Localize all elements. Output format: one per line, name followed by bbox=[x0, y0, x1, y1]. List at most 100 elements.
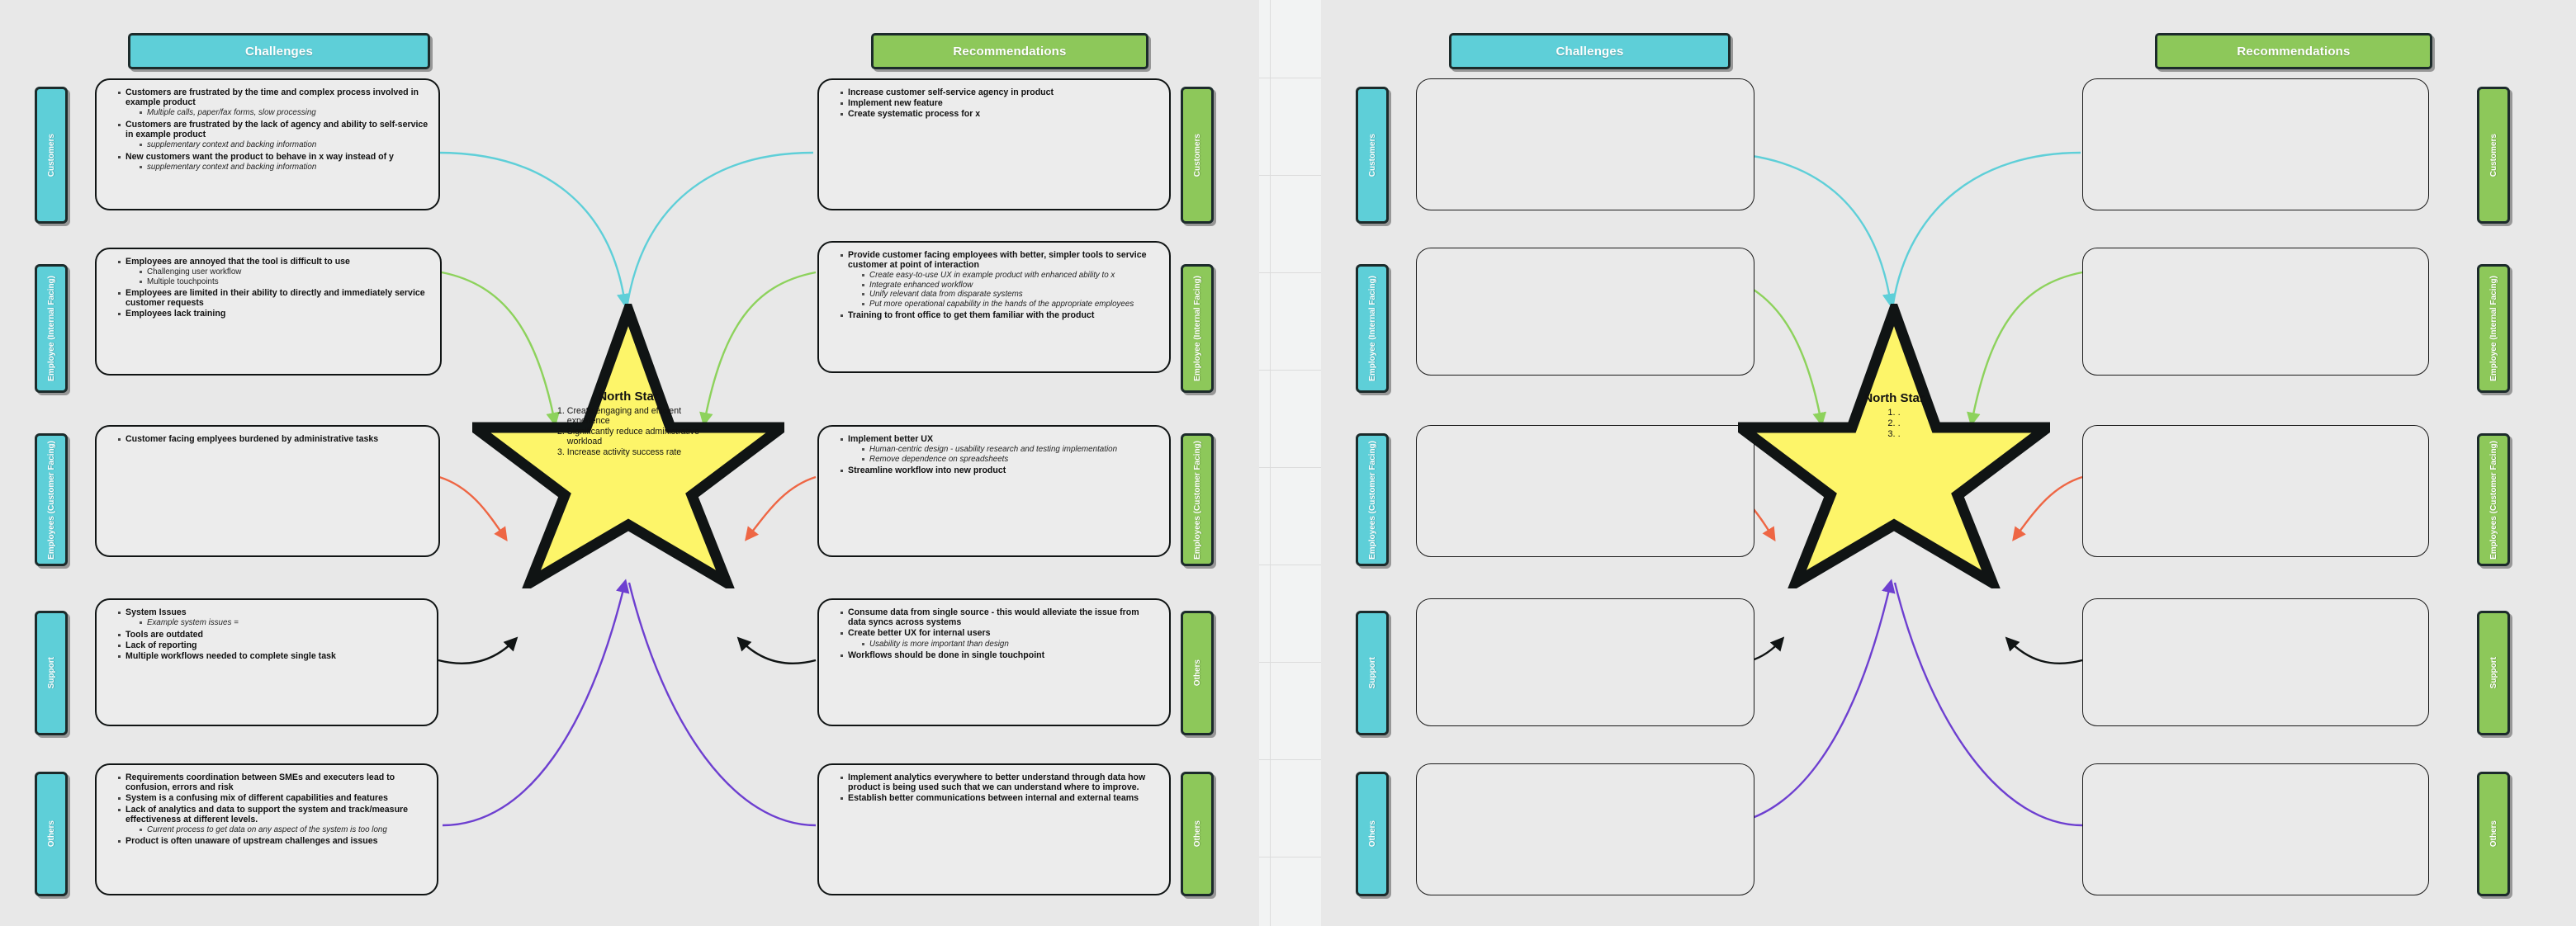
row-label-text: Customers bbox=[1367, 133, 1377, 177]
row-label-employee-internal-rec-right[interactable]: Employee (Internal Facing) bbox=[2477, 264, 2510, 393]
row-label-others-rec-right[interactable]: Others bbox=[2477, 772, 2510, 896]
row-label-text: Employee (Internal Facing) bbox=[1192, 276, 1202, 381]
row-label-customers-right[interactable]: Customers bbox=[1356, 87, 1389, 224]
sub-bullet-item: supplementary context and backing inform… bbox=[140, 140, 429, 149]
north-star-item: 2. Significantly reduce administrative bbox=[557, 426, 699, 437]
row-label-text: Others bbox=[1192, 659, 1202, 687]
row-label-text: Employee (Internal Facing) bbox=[2488, 276, 2498, 381]
challenges-column-header: Challenges bbox=[128, 33, 430, 69]
row-label-employees-customer[interactable]: Employees (Customer Facing) bbox=[35, 433, 68, 566]
recommendation-card-employee-internal-right[interactable] bbox=[2082, 248, 2429, 376]
bullet-item: Workflows should be done in single touch… bbox=[841, 650, 1159, 660]
whiteboard-canvas: Challenges Recommendations Customers Emp… bbox=[0, 0, 2576, 926]
challenge-card-support-right[interactable] bbox=[1416, 598, 1754, 726]
sub-bullet-list: supplementary context and backing inform… bbox=[118, 163, 429, 172]
bullet-list: Employees are annoyed that the tool is d… bbox=[107, 257, 430, 319]
sub-bullet-list: Create easy-to-use UX in example product… bbox=[841, 271, 1159, 309]
sub-bullet-list: supplementary context and backing inform… bbox=[118, 140, 429, 149]
challenge-card-support[interactable]: System Issues Example system issues = Tool… bbox=[95, 598, 438, 726]
row-label-text: Others bbox=[1367, 820, 1377, 848]
sub-bullet-list: Challenging user workflow Multiple touchp… bbox=[118, 267, 430, 286]
sub-bullet-item: Usability is more important than design bbox=[862, 640, 1159, 649]
recommendations-header-label: Recommendations bbox=[953, 44, 1067, 59]
bullet-item: Implement new feature bbox=[841, 98, 1159, 108]
sub-bullet-list: Human-centric design - usability researc… bbox=[841, 445, 1159, 464]
bullet-list: Provide customer facing employees with b… bbox=[829, 250, 1159, 320]
bullet-item: Tools are outdated bbox=[118, 630, 427, 640]
recommendation-card-employees-customer-right[interactable] bbox=[2082, 425, 2429, 557]
sub-bullet-item: supplementary context and backing inform… bbox=[140, 163, 429, 172]
sub-bullet-item: Unify relevant data from disparate syste… bbox=[862, 290, 1159, 299]
bullet-item: Employees lack training bbox=[118, 309, 430, 319]
recommendation-card-employee-internal[interactable]: Provide customer facing employees with b… bbox=[817, 241, 1171, 373]
row-label-employees-customer-right[interactable]: Employees (Customer Facing) bbox=[1356, 433, 1389, 566]
recommendation-card-employees-customer[interactable]: Implement better UX Human-centric design … bbox=[817, 425, 1171, 557]
row-label-text: Customers bbox=[2488, 133, 2498, 177]
row-label-support-rec-right[interactable]: Support bbox=[2477, 611, 2510, 735]
challenge-card-customers[interactable]: Customers are frustrated by the time and… bbox=[95, 78, 440, 210]
row-label-employees-customer-rec[interactable]: Employees (Customer Facing) bbox=[1181, 433, 1214, 566]
row-label-customers-rec[interactable]: Customers bbox=[1181, 87, 1214, 224]
row-label-employee-internal[interactable]: Employee (Internal Facing) bbox=[35, 264, 68, 393]
sub-bullet-list: Example system issues = bbox=[118, 618, 427, 627]
bullet-item: System is a confusing mix of different c… bbox=[118, 793, 427, 803]
north-star-shape-left[interactable]: North Star 1. Create engaging and effici… bbox=[472, 304, 784, 588]
north-star-items: 1. Create engaging and efficient experie… bbox=[557, 406, 699, 457]
challenge-card-others[interactable]: Requirements coordination between SMEs a… bbox=[95, 763, 438, 895]
north-star-shape-right[interactable]: North Star 1. . 2. . 3. . bbox=[1738, 304, 2050, 588]
challenge-card-employees-customer[interactable]: Customer facing emplyees burdened by adm… bbox=[95, 425, 440, 557]
row-label-support-right[interactable]: Support bbox=[1356, 611, 1389, 735]
recommendation-card-support[interactable]: Consume data from single source - this w… bbox=[817, 598, 1171, 726]
north-star-item: 1. Create engaging and efficient bbox=[557, 406, 682, 416]
sub-bullet-item: Create easy-to-use UX in example product… bbox=[862, 271, 1159, 280]
row-label-employees-customer-rec-right[interactable]: Employees (Customer Facing) bbox=[2477, 433, 2510, 566]
row-label-support[interactable]: Support bbox=[35, 611, 68, 735]
row-label-text: Customers bbox=[1192, 133, 1202, 177]
sub-bullet-item: Human-centric design - usability researc… bbox=[862, 445, 1159, 454]
row-label-text: Customers bbox=[46, 133, 56, 177]
challenge-card-employee-internal[interactable]: Employees are annoyed that the tool is d… bbox=[95, 248, 442, 376]
recommendation-card-others-right[interactable] bbox=[2082, 763, 2429, 895]
challenge-card-employee-internal-right[interactable] bbox=[1416, 248, 1754, 376]
bullet-item: System Issues bbox=[118, 607, 427, 617]
bullet-item: Requirements coordination between SMEs a… bbox=[118, 772, 427, 792]
row-label-employee-internal-rec[interactable]: Employee (Internal Facing) bbox=[1181, 264, 1214, 393]
row-label-support-rec[interactable]: Others bbox=[1181, 611, 1214, 735]
north-star-title: North Star bbox=[1863, 391, 1925, 405]
challenges-column-header-right: Challenges bbox=[1449, 33, 1731, 69]
challenges-header-label: Challenges bbox=[244, 44, 314, 59]
row-label-others-right[interactable]: Others bbox=[1356, 772, 1389, 896]
recommendation-card-customers-right[interactable] bbox=[2082, 78, 2429, 210]
row-label-customers-rec-right[interactable]: Customers bbox=[2477, 87, 2510, 224]
sub-bullet-item: Current process to get data on any aspec… bbox=[140, 825, 427, 834]
row-label-others-rec[interactable]: Others bbox=[1181, 772, 1214, 896]
row-label-employee-internal-right[interactable]: Employee (Internal Facing) bbox=[1356, 264, 1389, 393]
bullet-item: Streamline workflow into new product bbox=[841, 465, 1159, 475]
challenge-card-customers-right[interactable] bbox=[1416, 78, 1754, 210]
row-label-others[interactable]: Others bbox=[35, 772, 68, 896]
row-label-text: Others bbox=[2488, 820, 2498, 848]
bullet-item: Customer facing emplyees burdened by adm… bbox=[118, 434, 429, 444]
recommendation-card-support-right[interactable] bbox=[2082, 598, 2429, 726]
grid-vline bbox=[1270, 0, 1271, 926]
sub-bullet-item: Challenging user workflow bbox=[140, 267, 430, 276]
challenges-header-label: Challenges bbox=[1556, 44, 1624, 59]
row-label-text: Others bbox=[46, 820, 56, 848]
north-star-item: experience bbox=[557, 416, 610, 427]
recommendation-card-others[interactable]: Implement analytics everywhere to better… bbox=[817, 763, 1171, 895]
sub-bullet-list: Current process to get data on any aspec… bbox=[118, 825, 427, 834]
bullet-item: Create better UX for internal users bbox=[841, 628, 1159, 638]
challenge-card-others-right[interactable] bbox=[1416, 763, 1754, 895]
recommendation-card-customers[interactable]: Increase customer self-service agency in… bbox=[817, 78, 1171, 210]
bullet-list: Consume data from single source - this w… bbox=[829, 607, 1159, 660]
bullet-list: Increase customer self-service agency in… bbox=[829, 87, 1159, 120]
row-label-text: Employees (Customer Facing) bbox=[1192, 440, 1202, 560]
bullet-list: System Issues Example system issues = Tool… bbox=[107, 607, 427, 661]
row-label-customers[interactable]: Customers bbox=[35, 87, 68, 224]
bullet-item: Training to front office to get them fam… bbox=[841, 310, 1159, 320]
row-label-text: Employees (Customer Facing) bbox=[46, 440, 56, 560]
challenge-card-employees-customer-right[interactable] bbox=[1416, 425, 1754, 557]
sub-bullet-item: Put more operational capability in the h… bbox=[862, 300, 1159, 309]
row-label-text: Others bbox=[1192, 820, 1202, 848]
bullet-item: Increase customer self-service agency in… bbox=[841, 87, 1159, 97]
